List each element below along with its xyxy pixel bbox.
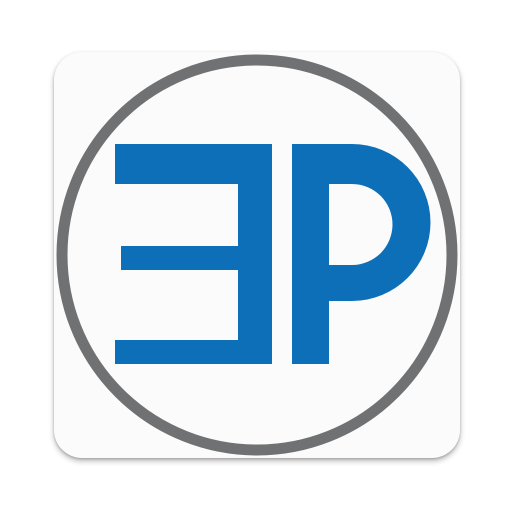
logo-letter-p <box>292 144 431 364</box>
logo-letter-e <box>115 144 272 364</box>
launcher-screen <box>0 0 512 512</box>
ep-logo-icon <box>56 54 458 456</box>
app-icon[interactable] <box>54 52 460 458</box>
